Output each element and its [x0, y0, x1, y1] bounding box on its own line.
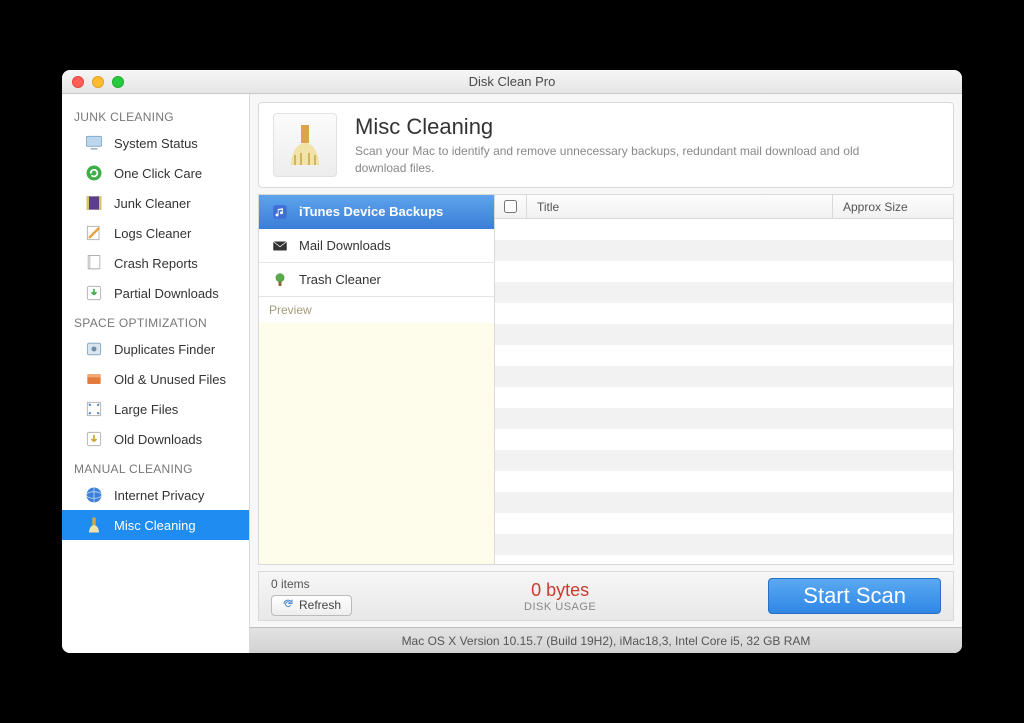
- broom-icon: [84, 515, 104, 535]
- category-panel: iTunes Device Backups Mail Downloads Tra…: [259, 195, 495, 564]
- content: JUNK CLEANING System Status One Click Ca…: [62, 94, 962, 653]
- table-row: [495, 240, 953, 261]
- sidebar-item-label: Logs Cleaner: [114, 226, 191, 241]
- preview-area: [259, 323, 494, 564]
- column-check[interactable]: [495, 195, 527, 218]
- expand-icon: [84, 399, 104, 419]
- sidebar-item-label: Partial Downloads: [114, 286, 219, 301]
- header-text: Misc Cleaning Scan your Mac to identify …: [355, 114, 875, 177]
- table-row: [495, 282, 953, 303]
- refresh-circle-icon: [84, 163, 104, 183]
- footer-left: 0 items Refresh: [271, 577, 352, 616]
- table-row: [495, 492, 953, 513]
- trash-tree-icon: [271, 271, 289, 289]
- sidebar-item-label: Old & Unused Files: [114, 372, 226, 387]
- sidebar-item-old-unused-files[interactable]: Old & Unused Files: [62, 364, 249, 394]
- section-header-junk-cleaning: JUNK CLEANING: [62, 102, 249, 128]
- table-row: [495, 429, 953, 450]
- sidebar-item-label: Old Downloads: [114, 432, 202, 447]
- results-rows: [495, 219, 953, 564]
- sidebar-item-label: Misc Cleaning: [114, 518, 196, 533]
- main-panel: Misc Cleaning Scan your Mac to identify …: [250, 94, 962, 653]
- titlebar: Disk Clean Pro: [62, 70, 962, 94]
- table-row: [495, 534, 953, 555]
- app-window: Disk Clean Pro JUNK CLEANING System Stat…: [62, 70, 962, 653]
- start-scan-button[interactable]: Start Scan: [768, 578, 941, 614]
- table-row: [495, 303, 953, 324]
- column-title[interactable]: Title: [527, 195, 833, 218]
- select-all-checkbox[interactable]: [504, 200, 517, 213]
- document-icon: [84, 253, 104, 273]
- sidebar-item-logs-cleaner[interactable]: Logs Cleaner: [62, 218, 249, 248]
- sidebar-item-system-status[interactable]: System Status: [62, 128, 249, 158]
- table-row: [495, 408, 953, 429]
- globe-icon: [84, 485, 104, 505]
- section-header-manual-cleaning: MANUAL CLEANING: [62, 454, 249, 480]
- table-row: [495, 387, 953, 408]
- results-header: Title Approx Size: [495, 195, 953, 219]
- download-arrow-icon: [84, 283, 104, 303]
- music-note-icon: [271, 203, 289, 221]
- system-info-bar: Mac OS X Version 10.15.7 (Build 19H2), i…: [250, 627, 962, 653]
- sidebar-item-junk-cleaner[interactable]: Junk Cleaner: [62, 188, 249, 218]
- section-header-space-optimization: SPACE OPTIMIZATION: [62, 308, 249, 334]
- table-row: [495, 261, 953, 282]
- sidebar-item-label: System Status: [114, 136, 198, 151]
- page-title: Misc Cleaning: [355, 114, 875, 140]
- category-mail-downloads[interactable]: Mail Downloads: [259, 229, 494, 263]
- table-row: [495, 219, 953, 240]
- sidebar-item-crash-reports[interactable]: Crash Reports: [62, 248, 249, 278]
- broom-large-icon: [273, 113, 337, 177]
- refresh-icon: [282, 598, 294, 613]
- drawer-icon: [84, 369, 104, 389]
- monitor-icon: [84, 133, 104, 153]
- envelope-icon: [271, 237, 289, 255]
- refresh-button[interactable]: Refresh: [271, 595, 352, 616]
- table-row: [495, 471, 953, 492]
- footer-center: 0 bytes DISK USAGE: [352, 580, 768, 613]
- sidebar-item-partial-downloads[interactable]: Partial Downloads: [62, 278, 249, 308]
- disk-usage-bytes: 0 bytes: [352, 580, 768, 601]
- sidebar-item-label: Duplicates Finder: [114, 342, 215, 357]
- sidebar-item-one-click-care[interactable]: One Click Care: [62, 158, 249, 188]
- category-label: Mail Downloads: [299, 238, 391, 253]
- sidebar-item-label: Large Files: [114, 402, 178, 417]
- category-trash-cleaner[interactable]: Trash Cleaner: [259, 263, 494, 297]
- workspace: iTunes Device Backups Mail Downloads Tra…: [258, 194, 954, 565]
- footer-bar: 0 items Refresh 0 bytes DISK USAGE Start…: [258, 571, 954, 621]
- table-row: [495, 324, 953, 345]
- table-row: [495, 345, 953, 366]
- category-label: Trash Cleaner: [299, 272, 381, 287]
- gear-box-icon: [84, 339, 104, 359]
- table-row: [495, 366, 953, 387]
- pencil-note-icon: [84, 223, 104, 243]
- sidebar-item-large-files[interactable]: Large Files: [62, 394, 249, 424]
- header-card: Misc Cleaning Scan your Mac to identify …: [258, 102, 954, 188]
- sidebar-item-internet-privacy[interactable]: Internet Privacy: [62, 480, 249, 510]
- sidebar-item-label: Internet Privacy: [114, 488, 204, 503]
- sidebar-item-label: One Click Care: [114, 166, 202, 181]
- sidebar-item-misc-cleaning[interactable]: Misc Cleaning: [62, 510, 249, 540]
- sidebar: JUNK CLEANING System Status One Click Ca…: [62, 94, 250, 653]
- refresh-label: Refresh: [299, 598, 341, 612]
- window-title: Disk Clean Pro: [62, 74, 962, 89]
- sidebar-item-duplicates-finder[interactable]: Duplicates Finder: [62, 334, 249, 364]
- column-size[interactable]: Approx Size: [833, 195, 953, 218]
- preview-label: Preview: [259, 297, 494, 323]
- sidebar-item-old-downloads[interactable]: Old Downloads: [62, 424, 249, 454]
- arrow-down-icon: [84, 429, 104, 449]
- category-label: iTunes Device Backups: [299, 204, 443, 219]
- items-count: 0 items: [271, 577, 352, 591]
- table-row: [495, 450, 953, 471]
- results-panel: Title Approx Size: [495, 195, 953, 564]
- sidebar-item-label: Junk Cleaner: [114, 196, 191, 211]
- sidebar-item-label: Crash Reports: [114, 256, 198, 271]
- page-description: Scan your Mac to identify and remove unn…: [355, 143, 875, 177]
- category-itunes-device-backups[interactable]: iTunes Device Backups: [259, 195, 494, 229]
- disk-usage-label: DISK USAGE: [352, 601, 768, 613]
- film-strip-icon: [84, 193, 104, 213]
- table-row: [495, 513, 953, 534]
